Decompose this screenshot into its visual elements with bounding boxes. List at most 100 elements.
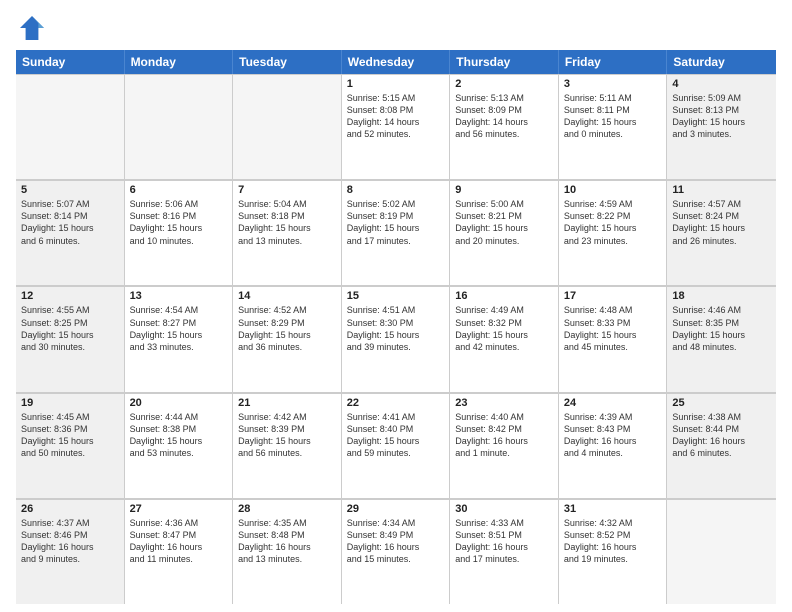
calendar-row-3: 19 Sunrise: 4:45 AM Sunset: 8:36 PM Dayli…: [16, 393, 776, 499]
cal-cell-0-2: [233, 74, 342, 179]
calendar-row-4: 26Sunrise: 4:37 AM Sunset: 8:46 PM Dayli…: [16, 499, 776, 604]
cell-text: Sunrise: 4:34 AM Sunset: 8:49 PM Dayligh…: [347, 517, 445, 566]
cell-text: Sunrise: 5:11 AM Sunset: 8:11 PM Dayligh…: [564, 92, 662, 141]
day-number: 16: [455, 290, 553, 302]
cell-text: Sunrise: 4:48 AM Sunset: 8:33 PM Dayligh…: [564, 304, 662, 353]
cal-cell-0-1: [125, 74, 234, 179]
day-number: 19: [21, 397, 119, 409]
day-number: 17: [564, 290, 662, 302]
cal-cell-3-0: 19 Sunrise: 4:45 AM Sunset: 8:36 PM Dayli…: [16, 393, 125, 498]
cal-cell-1-4: 9 Sunrise: 5:00 AM Sunset: 8:21 PM Daylig…: [450, 180, 559, 285]
cal-cell-4-3: 29 Sunrise: 4:34 AM Sunset: 8:49 PM Dayli…: [342, 499, 451, 604]
cal-cell-2-0: 12 Sunrise: 4:55 AM Sunset: 8:25 PM Dayli…: [16, 286, 125, 391]
cal-cell-4-2: 28Sunrise: 4:35 AM Sunset: 8:48 PM Dayli…: [233, 499, 342, 604]
day-number: 6: [130, 184, 228, 196]
cal-cell-4-1: 27 Sunrise: 4:36 AM Sunset: 8:47 PM Dayli…: [125, 499, 234, 604]
cell-text: Sunrise: 4:59 AM Sunset: 8:22 PM Dayligh…: [564, 198, 662, 247]
cal-cell-2-3: 15Sunrise: 4:51 AM Sunset: 8:30 PM Dayli…: [342, 286, 451, 391]
cell-text: Sunrise: 4:46 AM Sunset: 8:35 PM Dayligh…: [672, 304, 771, 353]
cal-cell-2-6: 18 Sunrise: 4:46 AM Sunset: 8:35 PM Dayli…: [667, 286, 776, 391]
cell-text: Sunrise: 4:44 AM Sunset: 8:38 PM Dayligh…: [130, 411, 228, 460]
cell-text: Sunrise: 5:09 AM Sunset: 8:13 PM Dayligh…: [672, 92, 771, 141]
cell-text: Sunrise: 5:00 AM Sunset: 8:21 PM Dayligh…: [455, 198, 553, 247]
cal-cell-3-2: 21 Sunrise: 4:42 AM Sunset: 8:39 PM Dayli…: [233, 393, 342, 498]
cell-text: Sunrise: 4:55 AM Sunset: 8:25 PM Dayligh…: [21, 304, 119, 353]
cal-cell-3-6: 25 Sunrise: 4:38 AM Sunset: 8:44 PM Dayli…: [667, 393, 776, 498]
calendar-body: 1 Sunrise: 5:15 AM Sunset: 8:08 PM Daylig…: [16, 74, 776, 604]
cal-cell-3-5: 24Sunrise: 4:39 AM Sunset: 8:43 PM Dayli…: [559, 393, 668, 498]
cell-text: Sunrise: 4:49 AM Sunset: 8:32 PM Dayligh…: [455, 304, 553, 353]
cal-cell-1-6: 11 Sunrise: 4:57 AM Sunset: 8:24 PM Dayli…: [667, 180, 776, 285]
cal-cell-0-6: 4 Sunrise: 5:09 AM Sunset: 8:13 PM Daylig…: [667, 74, 776, 179]
calendar-row-1: 5 Sunrise: 5:07 AM Sunset: 8:14 PM Daylig…: [16, 180, 776, 286]
cal-cell-3-4: 23 Sunrise: 4:40 AM Sunset: 8:42 PM Dayli…: [450, 393, 559, 498]
header: [16, 12, 776, 44]
day-number: 12: [21, 290, 119, 302]
logo-icon: [16, 12, 48, 44]
cal-cell-3-3: 22 Sunrise: 4:41 AM Sunset: 8:40 PM Dayli…: [342, 393, 451, 498]
cal-cell-0-3: 1 Sunrise: 5:15 AM Sunset: 8:08 PM Daylig…: [342, 74, 451, 179]
page: SundayMondayTuesdayWednesdayThursdayFrid…: [0, 0, 792, 612]
day-number: 24: [564, 397, 662, 409]
cal-cell-1-3: 8 Sunrise: 5:02 AM Sunset: 8:19 PM Daylig…: [342, 180, 451, 285]
header-day-wednesday: Wednesday: [342, 50, 451, 74]
day-number: 8: [347, 184, 445, 196]
cal-cell-1-0: 5 Sunrise: 5:07 AM Sunset: 8:14 PM Daylig…: [16, 180, 125, 285]
cell-text: Sunrise: 4:33 AM Sunset: 8:51 PM Dayligh…: [455, 517, 553, 566]
cal-cell-1-5: 10 Sunrise: 4:59 AM Sunset: 8:22 PM Dayli…: [559, 180, 668, 285]
day-number: 10: [564, 184, 662, 196]
day-number: 5: [21, 184, 119, 196]
cal-cell-4-6: [667, 499, 776, 604]
cal-cell-1-1: 6 Sunrise: 5:06 AM Sunset: 8:16 PM Daylig…: [125, 180, 234, 285]
cell-text: Sunrise: 5:15 AM Sunset: 8:08 PM Dayligh…: [347, 92, 445, 141]
cell-text: Sunrise: 4:41 AM Sunset: 8:40 PM Dayligh…: [347, 411, 445, 460]
day-number: 4: [672, 78, 771, 90]
cal-cell-4-0: 26Sunrise: 4:37 AM Sunset: 8:46 PM Dayli…: [16, 499, 125, 604]
day-number: 18: [672, 290, 771, 302]
cell-text: Sunrise: 4:45 AM Sunset: 8:36 PM Dayligh…: [21, 411, 119, 460]
day-number: 1: [347, 78, 445, 90]
day-number: 22: [347, 397, 445, 409]
cell-text: Sunrise: 5:13 AM Sunset: 8:09 PM Dayligh…: [455, 92, 553, 141]
day-number: 25: [672, 397, 771, 409]
day-number: 9: [455, 184, 553, 196]
cal-cell-4-5: 31 Sunrise: 4:32 AM Sunset: 8:52 PM Dayli…: [559, 499, 668, 604]
cal-cell-0-4: 2 Sunrise: 5:13 AM Sunset: 8:09 PM Daylig…: [450, 74, 559, 179]
day-number: 28: [238, 503, 336, 515]
cell-text: Sunrise: 5:02 AM Sunset: 8:19 PM Dayligh…: [347, 198, 445, 247]
day-number: 21: [238, 397, 336, 409]
cal-cell-2-2: 14Sunrise: 4:52 AM Sunset: 8:29 PM Dayli…: [233, 286, 342, 391]
day-number: 23: [455, 397, 553, 409]
cal-cell-1-2: 7 Sunrise: 5:04 AM Sunset: 8:18 PM Daylig…: [233, 180, 342, 285]
cell-text: Sunrise: 4:36 AM Sunset: 8:47 PM Dayligh…: [130, 517, 228, 566]
day-number: 7: [238, 184, 336, 196]
cal-cell-0-5: 3Sunrise: 5:11 AM Sunset: 8:11 PM Daylig…: [559, 74, 668, 179]
cell-text: Sunrise: 4:40 AM Sunset: 8:42 PM Dayligh…: [455, 411, 553, 460]
cell-text: Sunrise: 5:07 AM Sunset: 8:14 PM Dayligh…: [21, 198, 119, 247]
cal-cell-2-1: 13Sunrise: 4:54 AM Sunset: 8:27 PM Dayli…: [125, 286, 234, 391]
header-day-monday: Monday: [125, 50, 234, 74]
calendar-row-2: 12 Sunrise: 4:55 AM Sunset: 8:25 PM Dayli…: [16, 286, 776, 392]
cell-text: Sunrise: 5:06 AM Sunset: 8:16 PM Dayligh…: [130, 198, 228, 247]
cell-text: Sunrise: 4:57 AM Sunset: 8:24 PM Dayligh…: [672, 198, 771, 247]
day-number: 15: [347, 290, 445, 302]
cell-text: Sunrise: 4:37 AM Sunset: 8:46 PM Dayligh…: [21, 517, 119, 566]
logo: [16, 12, 52, 44]
cell-text: Sunrise: 4:32 AM Sunset: 8:52 PM Dayligh…: [564, 517, 662, 566]
calendar-row-0: 1 Sunrise: 5:15 AM Sunset: 8:08 PM Daylig…: [16, 74, 776, 180]
header-day-tuesday: Tuesday: [233, 50, 342, 74]
cal-cell-0-0: [16, 74, 125, 179]
cell-text: Sunrise: 5:04 AM Sunset: 8:18 PM Dayligh…: [238, 198, 336, 247]
cell-text: Sunrise: 4:38 AM Sunset: 8:44 PM Dayligh…: [672, 411, 771, 460]
day-number: 11: [672, 184, 771, 196]
day-number: 27: [130, 503, 228, 515]
header-day-friday: Friday: [559, 50, 668, 74]
cell-text: Sunrise: 4:42 AM Sunset: 8:39 PM Dayligh…: [238, 411, 336, 460]
header-day-thursday: Thursday: [450, 50, 559, 74]
header-day-saturday: Saturday: [667, 50, 776, 74]
day-number: 29: [347, 503, 445, 515]
cal-cell-2-5: 17 Sunrise: 4:48 AM Sunset: 8:33 PM Dayli…: [559, 286, 668, 391]
header-day-sunday: Sunday: [16, 50, 125, 74]
day-number: 2: [455, 78, 553, 90]
day-number: 31: [564, 503, 662, 515]
